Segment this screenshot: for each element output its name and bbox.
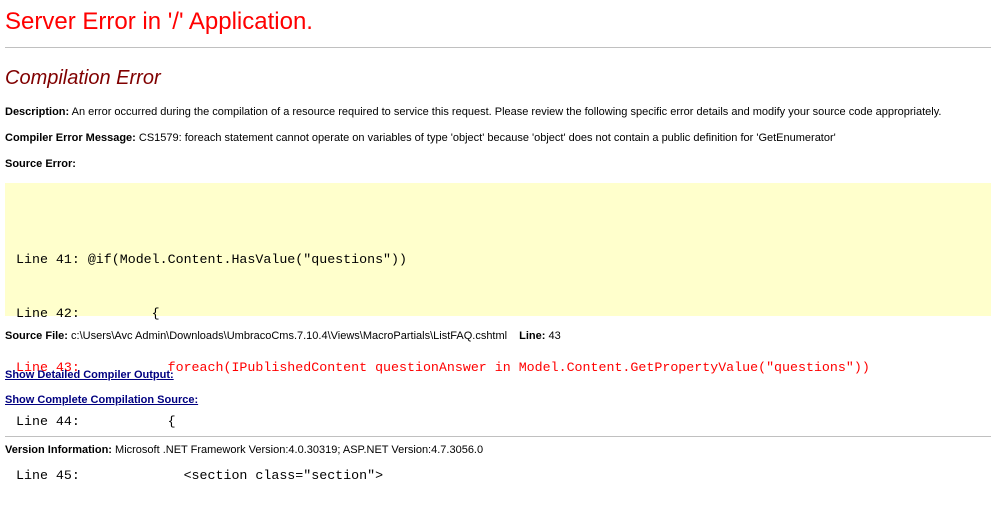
code-line: Line 44: { (16, 414, 176, 429)
page-title: Server Error in '/' Application. (5, 8, 313, 35)
source-line-value: 43 (545, 330, 561, 342)
description: Description: An error occurred during th… (5, 106, 941, 118)
error-heading: Compilation Error (5, 67, 161, 89)
version-divider (5, 436, 991, 437)
compiler-error-text: CS1579: foreach statement cannot operate… (135, 132, 836, 144)
compiler-error-message: Compiler Error Message: CS1579: foreach … (5, 132, 836, 144)
code-line: Line 42: { (16, 306, 160, 321)
source-file: Source File: c:\Users\Avc Admin\Download… (5, 330, 561, 342)
code-lines: Line 41: @if(Model.Content.HasValue("que… (16, 215, 870, 521)
source-file-label: Source File: (5, 330, 68, 342)
source-file-path: c:\Users\Avc Admin\Downloads\UmbracoCms.… (67, 330, 508, 342)
code-line: Line 45: <section class="section"> (16, 468, 384, 483)
show-compilation-source-link[interactable]: Show Complete Compilation Source: (5, 394, 198, 406)
description-label: Description: (5, 106, 70, 118)
compiler-error-label: Compiler Error Message: (5, 132, 136, 144)
version-information: Version Information: Microsoft .NET Fram… (5, 444, 483, 456)
code-line: Line 41: @if(Model.Content.HasValue("que… (16, 252, 407, 267)
description-text: An error occurred during the compilation… (69, 106, 942, 118)
source-line-label: Line: (519, 330, 546, 342)
source-error: Source Error: (5, 158, 76, 170)
title-divider (5, 47, 991, 48)
source-error-label: Source Error: (5, 158, 76, 170)
source-code-block: Line 41: @if(Model.Content.HasValue("que… (5, 183, 991, 483)
version-label: Version Information: (5, 444, 112, 456)
show-compiler-output-link[interactable]: Show Detailed Compiler Output: (5, 369, 174, 381)
version-text: Microsoft .NET Framework Version:4.0.303… (111, 444, 484, 456)
